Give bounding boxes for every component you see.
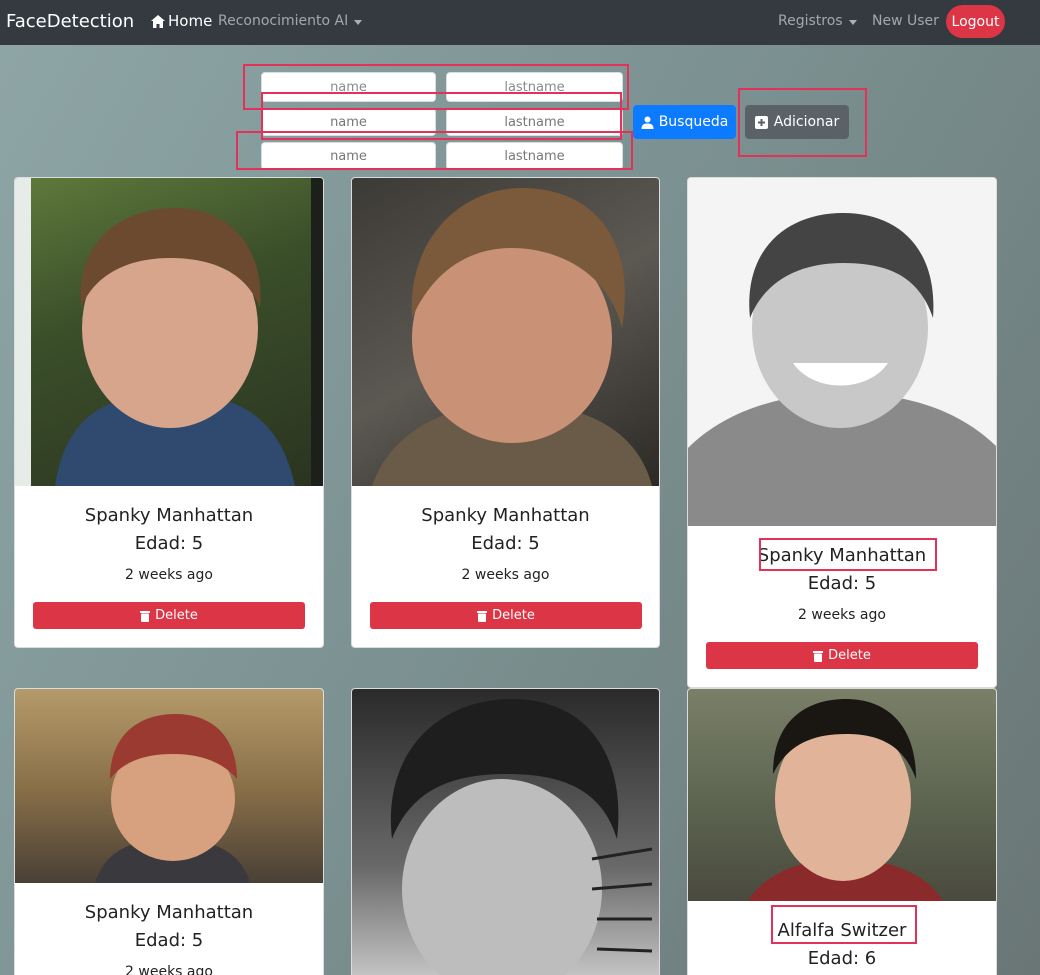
name-input-1[interactable]: name [261,72,436,102]
delete-button[interactable]: Delete [706,642,978,669]
person-time: 2 weeks ago [461,567,550,583]
person-name: Spanky Manhattan [84,902,254,923]
person-card: Spanky Manhattan Edad: 5 2 weeks ago Del… [14,177,324,648]
person-photo [688,689,996,901]
adicionar-button[interactable]: Adicionar [745,105,849,139]
person-age: Edad: 5 [134,533,204,554]
navbar: FaceDetection Home Reconocimiento AI Reg… [0,0,1040,45]
delete-label: Delete [155,608,198,623]
person-photo [15,178,323,486]
lastname-input-1[interactable]: lastname [446,72,623,102]
user-icon [641,116,654,129]
nav-home-label: Home [168,12,213,30]
lastname-input-2[interactable]: lastname [446,108,623,136]
nav-new-user-link[interactable]: New User [872,13,939,29]
trash-icon [140,610,151,622]
person-time: 2 weeks ago [798,607,886,623]
brand-logo[interactable]: FaceDetection [6,11,134,32]
person-name: Spanky Manhattan [84,505,254,526]
card-body: Spanky Manhattan Edad: 5 2 weeks ago [15,901,323,975]
card-body: Spanky Manhattan Edad: 5 2 weeks ago [15,504,323,584]
person-time: 2 weeks ago [125,964,213,975]
name-input-3[interactable]: name [261,142,436,170]
person-age: Edad: 6 [807,948,877,969]
delete-label: Delete [492,608,535,623]
busqueda-label: Busqueda [658,114,729,130]
adicionar-label: Adicionar [773,114,840,130]
person-card: Alfalfa Switzer Edad: 6 [687,688,997,975]
nav-reconocimiento-label: Reconocimiento AI [218,13,349,29]
nav-registros-dropdown[interactable]: Registros [778,13,857,29]
busqueda-button[interactable]: Busqueda [633,105,736,139]
person-photo [352,689,659,975]
trash-icon [477,610,488,622]
delete-label: Delete [828,648,871,663]
trash-icon [813,650,824,662]
person-card: Spanky Manhattan Edad: 5 2 weeks ago Del… [351,177,660,648]
name-input-2[interactable]: name [261,108,436,136]
nav-home-link[interactable]: Home [150,12,212,30]
person-name: Spanky Manhattan [421,505,590,526]
person-card: Spanky Manhattan Edad: 5 2 weeks ago Del… [687,177,997,688]
card-body: Spanky Manhattan Edad: 5 2 weeks ago [352,504,659,584]
chevron-down-icon [848,19,857,25]
person-age: Edad: 5 [471,533,540,554]
person-name: Spanky Manhattan [757,545,927,566]
plus-square-icon [754,115,768,129]
person-photo [352,178,659,486]
delete-button[interactable]: Delete [33,602,305,629]
person-age: Edad: 5 [134,930,204,951]
person-age: Edad: 5 [807,573,877,594]
person-photo [15,689,323,883]
nav-reconocimiento-dropdown[interactable]: Reconocimiento AI [218,13,363,29]
person-time: 2 weeks ago [125,567,213,583]
card-body: Alfalfa Switzer Edad: 6 [688,919,996,971]
chevron-down-icon [354,19,363,25]
card-body: Spanky Manhattan Edad: 5 2 weeks ago [688,544,996,624]
nav-registros-label: Registros [778,13,843,29]
home-icon [151,14,165,28]
delete-button[interactable]: Delete [370,602,642,629]
person-card [351,688,660,975]
person-name: Alfalfa Switzer [777,920,907,941]
person-photo [688,178,996,526]
logout-button[interactable]: Logout [946,5,1005,38]
lastname-input-3[interactable]: lastname [446,142,623,170]
person-card: Spanky Manhattan Edad: 5 2 weeks ago [14,688,324,975]
